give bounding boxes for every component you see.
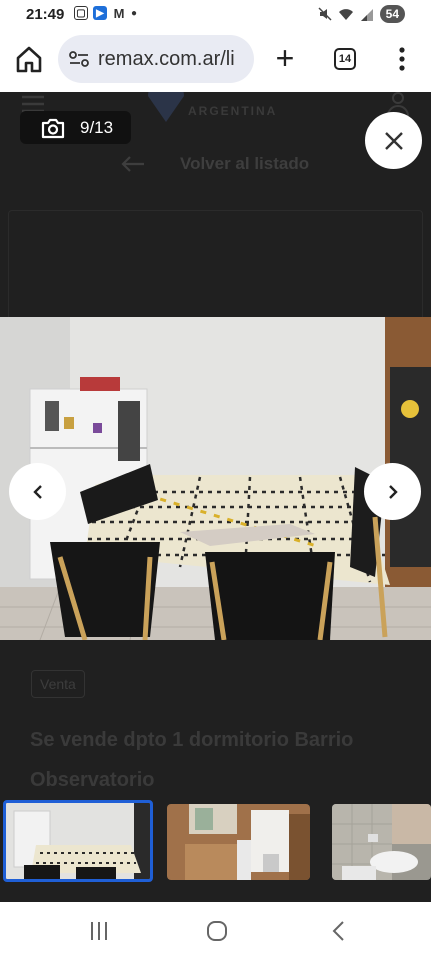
thumbnail-bathroom-photo	[332, 804, 431, 880]
home-icon[interactable]	[12, 42, 46, 76]
url-text: remax.com.ar/li	[98, 47, 235, 70]
thumbnail-current[interactable]	[3, 800, 153, 882]
chevron-left-icon	[32, 484, 42, 499]
thumbnail-strip	[0, 800, 431, 886]
listing-card	[8, 210, 423, 330]
battery-badge: 54	[379, 5, 405, 23]
app-icon: ▶	[93, 6, 107, 20]
photo-counter: 9/13	[20, 111, 131, 144]
screenshot-icon: ▢	[74, 6, 88, 20]
home-nav-icon[interactable]	[202, 918, 232, 944]
dot-icon: ●	[131, 7, 138, 19]
close-gallery-button[interactable]	[365, 112, 422, 169]
listing-title: Se vende dpto 1 dormitorio Barrio Observ…	[30, 729, 354, 791]
browser-toolbar: remax.com.ar/li + 14	[0, 30, 431, 92]
operation-tag: Venta	[31, 670, 85, 698]
remax-logo-icon[interactable]	[146, 92, 186, 124]
mute-icon	[318, 7, 332, 21]
status-left-icons: ▢ ▶ M ●	[74, 5, 138, 21]
thumbnail-dining-photo	[6, 803, 150, 879]
tab-switcher-button[interactable]: 14	[334, 48, 356, 70]
thumbnail-bathroom[interactable]	[332, 804, 431, 880]
system-navigation-bar	[0, 902, 431, 960]
status-time: 21:49	[26, 6, 65, 23]
wifi-icon	[338, 8, 353, 20]
next-photo-button[interactable]	[364, 463, 421, 520]
camera-icon	[41, 118, 65, 138]
status-bar: 21:49 ▢ ▶ M ● 54	[0, 0, 431, 30]
chevron-right-icon	[388, 484, 398, 499]
signal-icon	[360, 8, 373, 21]
new-tab-icon[interactable]: +	[270, 42, 300, 76]
back-to-list-link[interactable]: Volver al listado	[120, 154, 309, 174]
close-icon	[384, 131, 403, 150]
arrow-left-icon	[121, 156, 144, 172]
back-link-label: Volver al listado	[180, 154, 310, 173]
tab-count: 14	[338, 53, 352, 65]
address-bar[interactable]: remax.com.ar/li	[58, 35, 254, 83]
site-info-icon[interactable]	[68, 49, 90, 69]
thumbnail-kitchen-photo	[167, 804, 310, 880]
recent-apps-icon[interactable]	[84, 918, 114, 944]
photo-counter-text: 9/13	[80, 117, 114, 137]
menu-icon[interactable]	[390, 44, 414, 74]
previous-photo-button[interactable]	[9, 463, 66, 520]
logo-text: ARGENTINA	[188, 104, 278, 118]
thumbnail-kitchen[interactable]	[167, 804, 310, 880]
status-right-icons: 54	[318, 5, 405, 23]
gmail-icon: M	[113, 5, 125, 21]
back-nav-icon[interactable]	[324, 918, 354, 944]
